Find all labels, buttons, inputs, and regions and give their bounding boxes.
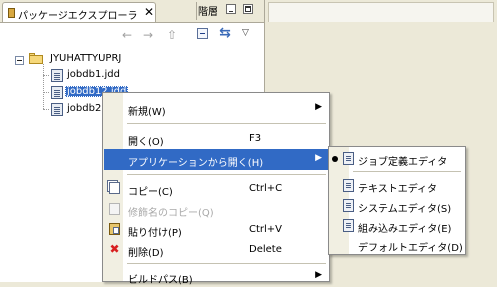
- menu-item-copy-qualified-name[interactable]: 修飾名のコピー(Q): [104, 199, 328, 220]
- tree-guide-line: [43, 75, 49, 76]
- paste-icon: [109, 223, 120, 235]
- submenu-item-label: ジョブ定義エディタ: [358, 157, 448, 168]
- job-file-icon: [51, 103, 63, 116]
- text-editor-icon: [343, 179, 354, 192]
- menu-separator: [127, 174, 326, 175]
- menu-item-shortcut: Ctrl+V: [249, 224, 283, 235]
- radio-bullet-icon: [332, 156, 338, 162]
- menu-item-open[interactable]: 開く(O) F3: [104, 128, 328, 149]
- forward-icon[interactable]: →: [140, 28, 156, 42]
- collapse-node-icon[interactable]: [15, 56, 24, 65]
- submenu-item-job-definition-editor[interactable]: ジョブ定義エディタ: [330, 149, 464, 168]
- submenu-item-default-editor[interactable]: デフォルトエディタ(D): [330, 235, 464, 254]
- close-icon[interactable]: ✕: [143, 6, 155, 18]
- tab-package-explorer[interactable]: パッケージエクスプローラ ✕: [2, 2, 156, 22]
- editor-tab-strip: [268, 2, 494, 22]
- system-editor-icon: [343, 199, 354, 212]
- inplace-editor-icon: [343, 219, 354, 232]
- up-icon[interactable]: ⇧: [164, 28, 180, 42]
- menu-item-delete[interactable]: ✖ 削除(D) Delete: [104, 239, 328, 260]
- submenu-item-label: テキストエディタ: [358, 184, 437, 195]
- back-icon[interactable]: ←: [119, 28, 135, 42]
- context-menu: 新規(W) ▶ 開く(O) F3 アプリケーションから開く(H) ▶ コピー(C…: [102, 92, 330, 286]
- submenu-item-label: システムエディタ(S): [358, 204, 452, 215]
- tab-divider: [196, 2, 197, 20]
- view-menu-icon[interactable]: ▽: [242, 28, 249, 38]
- tree-file-item[interactable]: jobdb2.: [67, 103, 104, 114]
- menu-item-label: 削除(D): [128, 248, 164, 259]
- tab-title: パッケージエクスプローラ: [18, 11, 138, 22]
- submenu-item-label: 組み込みエディタ(E): [358, 224, 452, 235]
- minimize-icon[interactable]: [226, 4, 236, 14]
- submenu-item-text-editor[interactable]: テキストエディタ: [330, 176, 464, 195]
- menu-item-copy[interactable]: コピー(C) Ctrl+C: [104, 178, 328, 199]
- menu-separator: [353, 171, 461, 172]
- menu-item-label: コピー(C): [128, 187, 173, 198]
- copy-icon: [109, 182, 120, 194]
- submenu-arrow-icon: ▶: [315, 153, 322, 163]
- submenu-arrow-icon: ▶: [315, 102, 322, 112]
- job-file-icon: [51, 69, 63, 82]
- job-file-icon: [51, 86, 63, 99]
- menu-item-label: 開く(O): [128, 137, 164, 148]
- menu-item-label: 貼り付け(P): [128, 228, 182, 239]
- menu-item-shortcut: Delete: [249, 244, 282, 255]
- menu-item-open-with[interactable]: アプリケーションから開く(H) ▶: [104, 149, 328, 170]
- menu-item-shortcut: F3: [249, 133, 262, 144]
- tree-guide-line: [43, 92, 49, 93]
- tree-guide-line: [43, 109, 49, 110]
- tab-hierarchy[interactable]: 階層: [198, 3, 218, 18]
- maximize-icon[interactable]: [243, 4, 253, 14]
- menu-item-label: 新規(W): [128, 107, 166, 118]
- menu-item-label: 修飾名のコピー(Q): [128, 208, 214, 219]
- tree-project-label[interactable]: JYUHATTYUPRJ: [50, 53, 121, 64]
- job-editor-icon: [343, 152, 354, 165]
- delete-icon: ✖: [109, 242, 120, 256]
- view-toolbar: ← → ⇧ ⇆ ▽: [0, 23, 264, 45]
- menu-item-label: ビルドパス(B): [128, 275, 193, 286]
- tree-file-item[interactable]: jobdb1.jdd: [67, 69, 120, 80]
- submenu-item-system-editor[interactable]: システムエディタ(S): [330, 196, 464, 215]
- menu-item-new[interactable]: 新規(W) ▶: [104, 98, 328, 119]
- menu-separator: [127, 123, 326, 124]
- menu-item-label: アプリケーションから開く(H): [128, 158, 264, 169]
- view-tab-bar: パッケージエクスプローラ ✕ 階層: [0, 0, 264, 23]
- menu-item-build-path[interactable]: ビルドパス(B) ▶: [104, 266, 328, 287]
- package-explorer-icon: [8, 8, 15, 18]
- menu-item-shortcut: Ctrl+C: [249, 183, 283, 194]
- copy-qualified-name-icon: [109, 203, 120, 215]
- submenu-item-inplace-editor[interactable]: 組み込みエディタ(E): [330, 216, 464, 235]
- menu-item-paste[interactable]: 貼り付け(P) Ctrl+V: [104, 219, 328, 240]
- tree-guide-line: [43, 64, 44, 109]
- open-with-submenu: ジョブ定義エディタ テキストエディタ システムエディタ(S) 組み込みエディタ(…: [328, 146, 466, 255]
- collapse-all-icon[interactable]: [197, 28, 208, 39]
- link-with-editor-icon[interactable]: ⇆: [217, 25, 233, 41]
- submenu-arrow-icon: ▶: [315, 270, 322, 280]
- menu-separator: [127, 263, 326, 264]
- folder-icon: [29, 53, 43, 64]
- submenu-item-label: デフォルトエディタ(D): [358, 243, 463, 254]
